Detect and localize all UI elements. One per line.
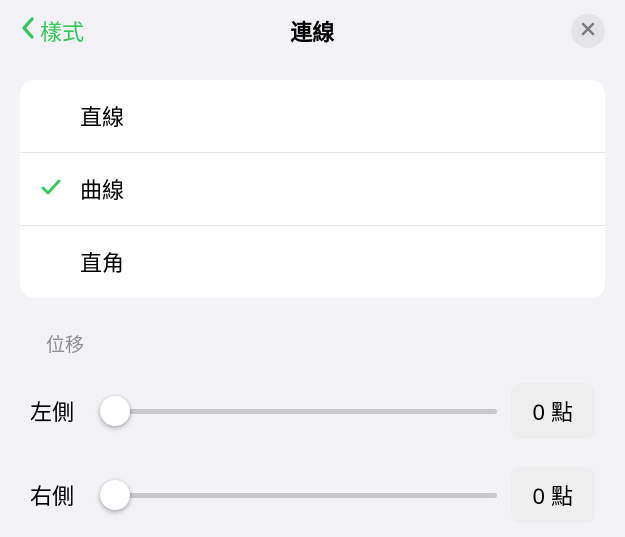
slider-thumb[interactable] xyxy=(100,480,130,510)
offset-right-slider[interactable] xyxy=(100,481,497,509)
line-type-option-right-angle[interactable]: 直角 xyxy=(20,226,605,298)
offset-section-header: 位移 xyxy=(0,298,625,369)
offset-right-value[interactable]: 0 點 xyxy=(511,467,595,523)
line-type-option-curve[interactable]: 曲線 xyxy=(20,153,605,226)
close-icon xyxy=(581,22,595,41)
offset-left-slider[interactable] xyxy=(100,397,497,425)
offset-right-row: 右側 0 點 xyxy=(20,453,605,537)
page-title: 連線 xyxy=(290,15,334,47)
offset-left-row: 左側 0 點 xyxy=(20,369,605,453)
slider-thumb[interactable] xyxy=(100,396,130,426)
slider-track-line xyxy=(100,493,497,498)
option-label: 曲線 xyxy=(80,173,124,205)
offset-left-label: 左側 xyxy=(30,395,86,427)
offset-right-label: 右側 xyxy=(30,479,86,511)
close-button[interactable] xyxy=(571,14,605,48)
chevron-left-icon xyxy=(20,16,36,46)
checkmark-icon xyxy=(40,176,62,203)
header-bar: 樣式 連線 xyxy=(0,0,625,62)
offset-controls: 左側 0 點 右側 0 點 xyxy=(20,369,605,537)
slider-track-line xyxy=(100,409,497,414)
check-slot xyxy=(40,176,80,203)
option-label: 直角 xyxy=(80,246,124,278)
option-label: 直線 xyxy=(80,100,124,132)
line-type-list: 直線 曲線 直角 xyxy=(20,80,605,298)
line-type-option-straight[interactable]: 直線 xyxy=(20,80,605,153)
offset-left-value[interactable]: 0 點 xyxy=(511,383,595,439)
back-label: 樣式 xyxy=(40,15,84,47)
back-button[interactable]: 樣式 xyxy=(20,15,84,47)
